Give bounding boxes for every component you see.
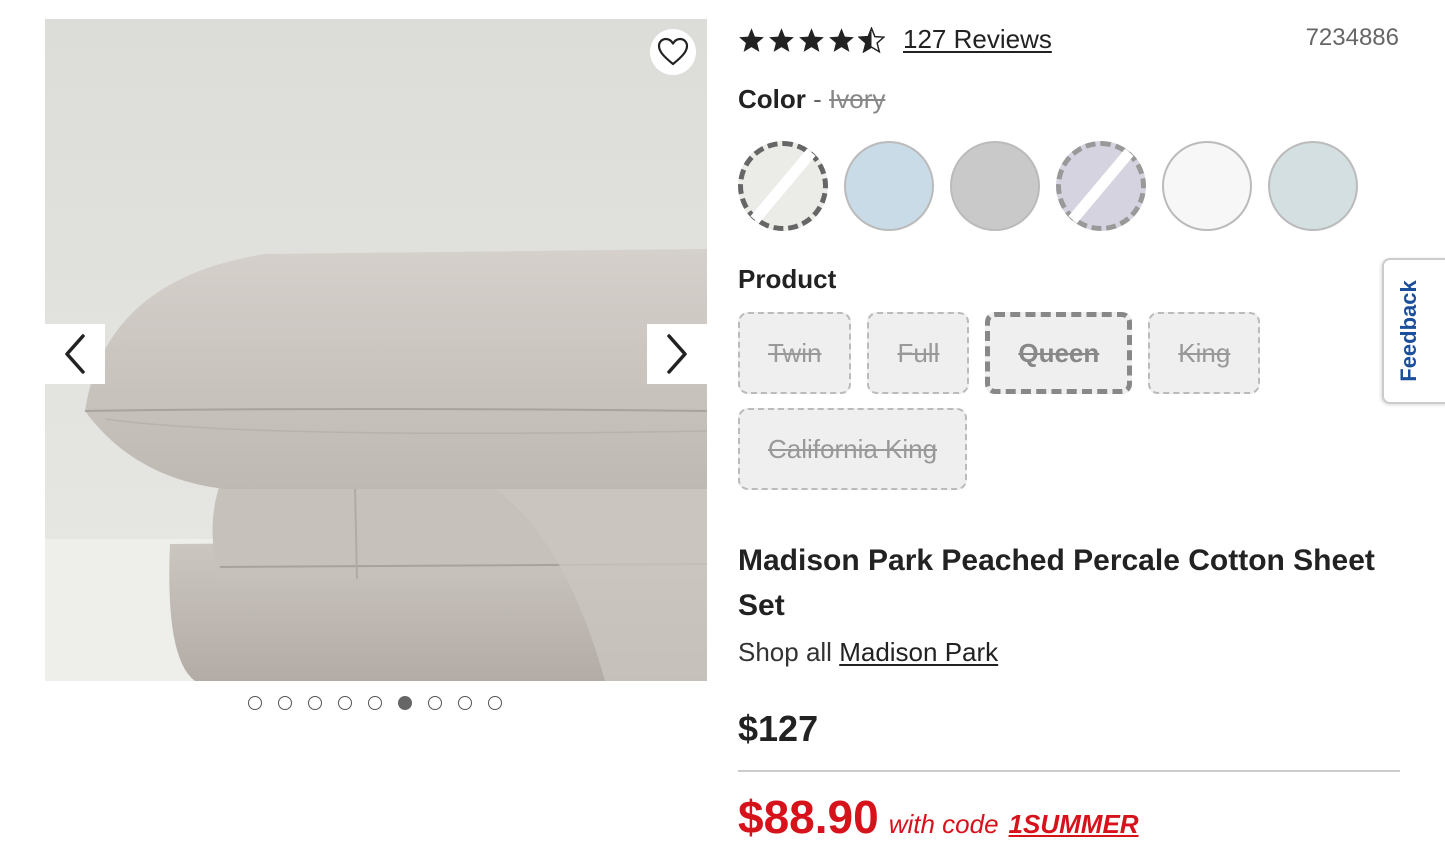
feedback-tab[interactable]: Feedback [1382,258,1445,404]
color-swatch[interactable] [1056,141,1146,231]
feedback-label: Feedback [1396,280,1421,382]
price-divider [738,770,1400,772]
unavailable-slash [750,148,816,224]
product-image-gallery [45,19,707,681]
gallery-dot[interactable] [338,696,352,710]
color-swatch[interactable] [844,141,934,231]
size-option-queen[interactable]: Queen [985,312,1133,394]
gallery-dot[interactable] [458,696,472,710]
color-separator: - [813,84,822,114]
size-option-twin[interactable]: Twin [738,312,852,394]
size-option-king[interactable]: King [1148,312,1261,394]
half-star-icon [858,26,885,53]
size-option-california-king[interactable]: California King [738,408,968,490]
color-label: Color - Ivory [738,84,885,115]
color-swatches [738,141,1358,231]
gallery-dot[interactable] [368,696,382,710]
reviews-link[interactable]: 127 Reviews [903,24,1052,55]
unavailable-slash [1068,148,1134,224]
product-sku: 7234886 [1305,24,1399,51]
gallery-dot[interactable] [428,696,442,710]
selected-color-value: Ivory [829,84,886,114]
size-options: Twin Full Queen King California King [738,312,1298,490]
color-swatch-ivory[interactable] [738,141,828,231]
star-icon [769,27,794,52]
gallery-dot[interactable] [278,696,292,710]
color-label-text: Color [738,84,806,114]
rating-summary: 127 Reviews [738,24,1052,55]
shop-all-prefix: Shop all [738,637,832,667]
product-title: Madison Park Peached Percale Cotton Shee… [738,544,1375,622]
sale-price: $88.90 [738,791,879,843]
size-option-full[interactable]: Full [867,312,970,394]
brand-link[interactable]: Madison Park [839,637,998,667]
promo-code-link[interactable]: 1SUMMER [1009,809,1139,840]
original-price: $127 [738,708,819,749]
shop-all-line: Shop all Madison Park [738,637,998,668]
chevron-right-icon [667,334,687,374]
gallery-dot[interactable] [488,696,502,710]
gallery-dot[interactable] [398,696,412,710]
color-swatch[interactable] [1268,141,1358,231]
gallery-dot[interactable] [248,696,262,710]
star-icon [739,27,764,52]
chevron-left-icon [65,334,85,374]
product-photo [45,19,707,681]
star-icon [829,27,854,52]
wishlist-button[interactable] [650,29,696,75]
previous-image-button[interactable] [45,324,105,384]
next-image-button[interactable] [647,324,707,384]
product-label: Product [738,264,837,294]
with-code-label: with code [888,809,999,839]
gallery-dot[interactable] [308,696,322,710]
gallery-pagination [248,696,502,710]
color-swatch[interactable] [950,141,1040,231]
star-icon [799,27,824,52]
color-swatch[interactable] [1162,141,1252,231]
star-rating [738,26,885,53]
heart-icon [657,37,689,66]
sale-price-row: $88.90 with code 1SUMMER [738,790,1139,844]
